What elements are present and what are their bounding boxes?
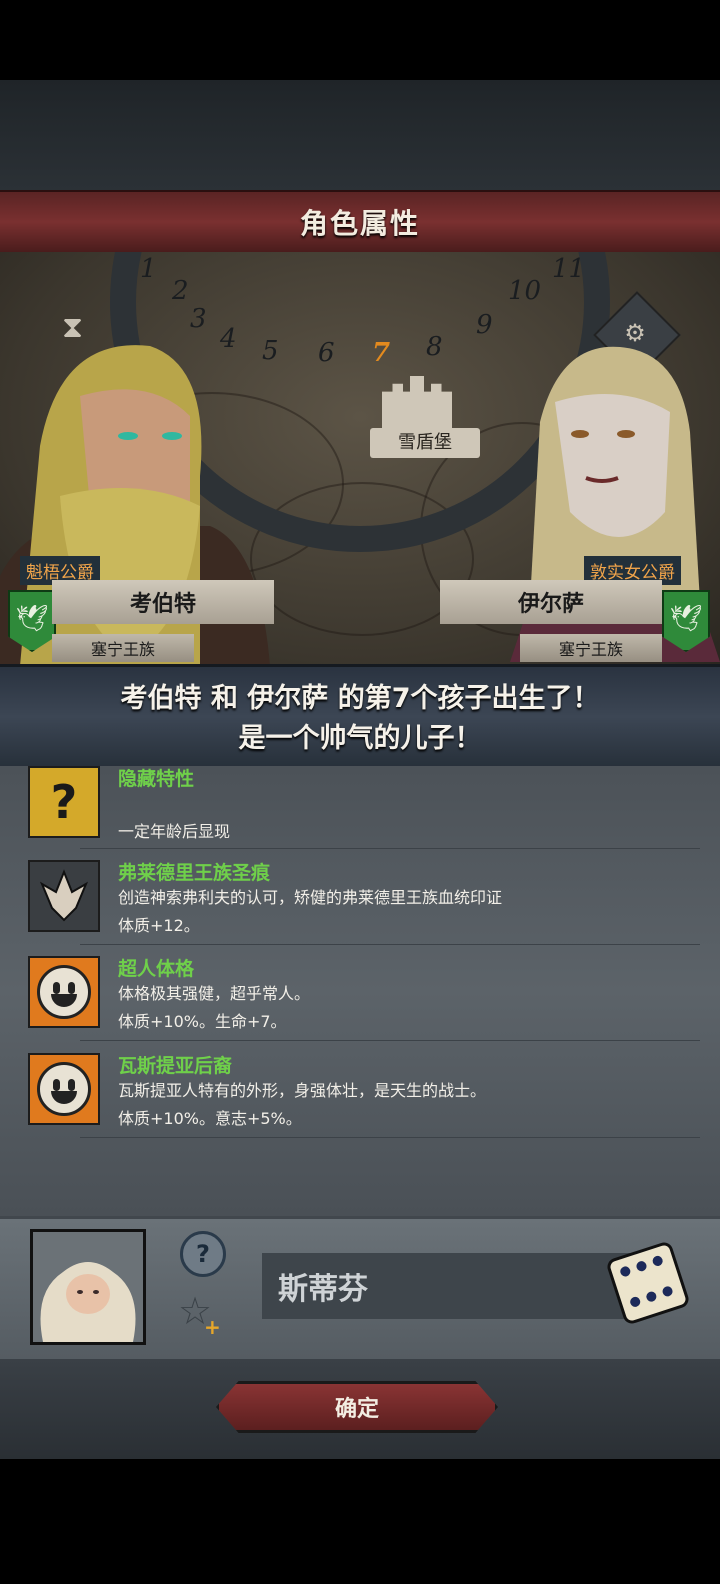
map-view: 1 2 3 4 5 6 7 8 9 10 11 ⧗ ⚙ 雪盾堡 魁梧公爵 敦实女… bbox=[0, 252, 720, 664]
smile-icon bbox=[28, 956, 100, 1028]
question-icon: ? bbox=[28, 766, 100, 838]
wheel-number: 6 bbox=[318, 338, 335, 368]
page-title: 角色属性 bbox=[299, 207, 420, 240]
mother-name-plate[interactable]: 伊尔萨 bbox=[440, 580, 662, 624]
birth-announcement: 考伯特 和 伊尔萨 的第7个孩子出生了！ 是一个帅气的儿子！ bbox=[0, 664, 720, 770]
mother-clan: 塞宁王族 bbox=[520, 634, 662, 662]
wheel-number: 2 bbox=[172, 276, 189, 306]
wheel-number: 8 bbox=[426, 332, 443, 362]
bottom-area bbox=[0, 1459, 720, 1584]
trait-desc: 创造神索弗利夫的认可，矫健的弗莱德里王族血统印证 bbox=[118, 888, 503, 907]
trait-item[interactable]: 超人体格 体格极其强健，超乎常人。 体质+10%。生命+7。 bbox=[28, 956, 628, 1046]
trait-effect: 体质+12。 bbox=[118, 916, 200, 935]
footer: 确定 bbox=[0, 1359, 720, 1459]
trait-desc: 一定年龄后显现 bbox=[118, 822, 231, 841]
wheel-number-active: 7 bbox=[372, 338, 391, 368]
trait-effect: 体质+10%。意志+5%。 bbox=[118, 1109, 302, 1128]
trait-item[interactable]: 瓦斯提亚后裔 瓦斯提亚人特有的外形，身强体壮，是天生的战士。 体质+10%。意志… bbox=[28, 1053, 628, 1143]
child-name-input[interactable] bbox=[262, 1253, 632, 1319]
trait-item[interactable]: 弗莱德里王族圣痕 创造神索弗利夫的认可，矫健的弗莱德里王族血统印证 体质+12。 bbox=[28, 860, 628, 950]
wheel-number: 9 bbox=[476, 310, 493, 340]
divider bbox=[80, 944, 700, 945]
location-label: 雪盾堡 bbox=[370, 428, 480, 458]
header-backdrop bbox=[0, 80, 720, 190]
baby-portrait bbox=[30, 1229, 146, 1345]
title-bar: 角色属性 bbox=[0, 190, 720, 254]
trait-item[interactable]: ? 隐藏特性 一定年龄后显现 bbox=[28, 766, 628, 856]
confirm-button[interactable]: 确定 bbox=[216, 1381, 498, 1433]
announcement-line-2: 是一个帅气的儿子！ bbox=[238, 723, 482, 754]
divider bbox=[80, 1040, 700, 1041]
wheel-number: 3 bbox=[190, 304, 207, 334]
divider bbox=[80, 848, 700, 849]
plus-icon: + bbox=[204, 1315, 221, 1339]
father-name-plate[interactable]: 考伯特 bbox=[52, 580, 274, 624]
trait-desc: 体格极其强健，超乎常人。 bbox=[118, 984, 311, 1003]
wheel-number: 1 bbox=[140, 254, 157, 284]
father-clan: 塞宁王族 bbox=[52, 634, 194, 662]
trait-name: 隐藏特性 bbox=[118, 768, 195, 790]
divider bbox=[80, 1137, 700, 1138]
screen: 角色属性 1 2 3 4 5 6 7 8 9 10 11 ⧗ ⚙ 雪盾堡 魁梧公… bbox=[0, 0, 720, 1584]
smile-icon bbox=[28, 1053, 100, 1125]
stigmata-icon bbox=[28, 860, 100, 932]
wheel-number: 11 bbox=[552, 254, 586, 284]
trait-list[interactable]: ? 隐藏特性 一定年龄后显现 弗莱德里王族圣痕 创造神索弗利夫的认可，矫健的弗莱… bbox=[0, 766, 720, 1216]
bird-icon: 🕊 bbox=[669, 604, 703, 634]
status-area bbox=[0, 0, 720, 80]
trait-desc: 瓦斯提亚人特有的外形，身强体壮，是天生的战士。 bbox=[118, 1081, 487, 1100]
wheel-number: 10 bbox=[508, 276, 542, 306]
bird-icon: 🕊 bbox=[15, 604, 49, 634]
announcement-line-1: 考伯特 和 伊尔萨 的第7个孩子出生了！ bbox=[120, 683, 600, 714]
trait-name: 瓦斯提亚后裔 bbox=[118, 1055, 233, 1077]
child-naming-row: ? ☆ + bbox=[0, 1216, 720, 1362]
help-button[interactable]: ? bbox=[180, 1231, 226, 1277]
trait-name: 弗莱德里王族圣痕 bbox=[118, 862, 271, 884]
trait-effect: 体质+10%。生命+7。 bbox=[118, 1012, 287, 1031]
trait-name: 超人体格 bbox=[118, 958, 195, 980]
